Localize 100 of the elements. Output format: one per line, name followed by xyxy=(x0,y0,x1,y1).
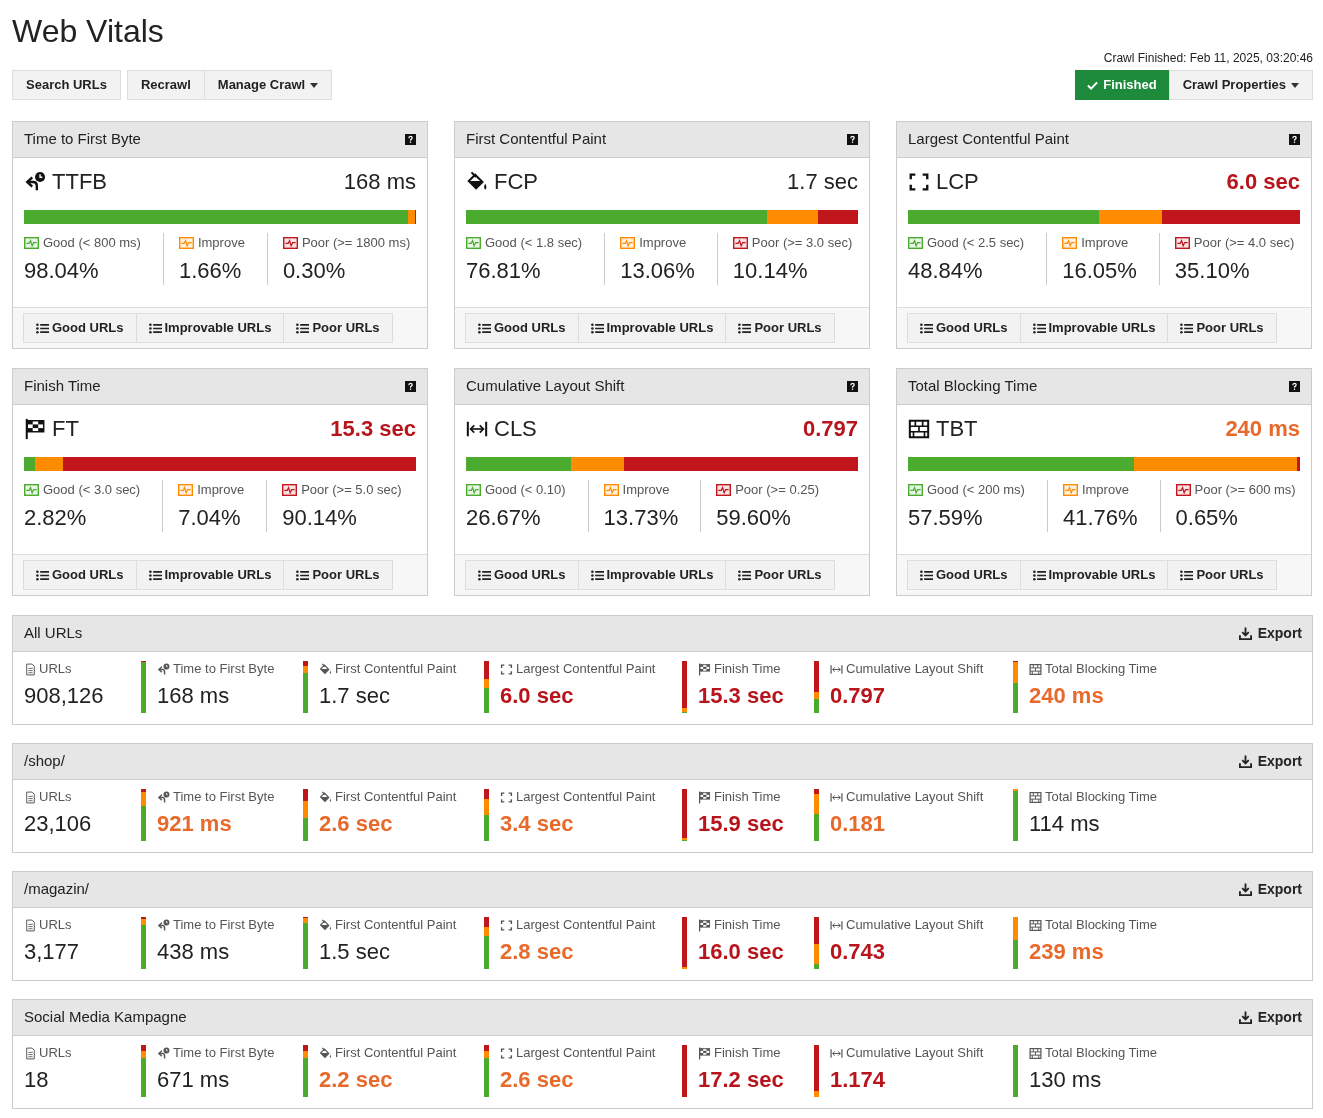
metric-value: 438 ms xyxy=(157,938,230,966)
help-icon[interactable] xyxy=(1289,381,1300,392)
line-chart-icon xyxy=(282,237,298,249)
check-icon xyxy=(1087,80,1099,90)
export-button[interactable]: Export xyxy=(1238,623,1302,644)
url-list-button[interactable]: Improvable URLs xyxy=(1020,313,1169,343)
metric-value: 23,106 xyxy=(24,810,92,838)
url-list-button[interactable]: Good URLs xyxy=(907,560,1021,590)
clock-arrow-icon xyxy=(157,1046,170,1060)
legend-label: Good (< 2.5 sec) xyxy=(927,234,1025,253)
corner-brackets-icon xyxy=(500,790,513,804)
document-icon xyxy=(24,662,37,676)
metric-label: Largest Contentful Paint xyxy=(516,916,656,935)
list-icon xyxy=(296,569,310,581)
width-arrows-icon xyxy=(830,1046,843,1060)
url-list-button[interactable]: Poor URLs xyxy=(284,313,393,343)
help-icon[interactable] xyxy=(847,134,858,145)
paint-bucket-icon xyxy=(319,662,332,676)
legend-label: Poor (>= 0.25) xyxy=(735,481,820,500)
metric-label: Time to First Byte xyxy=(173,660,275,679)
toolbar-button[interactable]: Search URLs xyxy=(12,70,121,100)
url-list-button[interactable]: Improvable URLs xyxy=(136,313,285,343)
crawl-properties-button[interactable]: Crawl Properties xyxy=(1168,70,1313,100)
metric-abbreviation: LCP xyxy=(936,168,979,196)
url-list-button[interactable]: Poor URLs xyxy=(726,560,835,590)
line-chart-icon xyxy=(1174,237,1190,249)
metric-abbreviation: FCP xyxy=(494,168,538,196)
help-icon[interactable] xyxy=(1289,134,1300,145)
corner-brackets-icon xyxy=(908,171,930,193)
list-icon xyxy=(738,569,752,581)
url-list-button[interactable]: Good URLs xyxy=(23,560,137,590)
metric-value: 2.2 sec xyxy=(319,1066,393,1094)
url-list-button[interactable]: Poor URLs xyxy=(1168,560,1277,590)
status-button[interactable]: Finished xyxy=(1075,70,1169,100)
card-title: First Contentful Paint xyxy=(466,129,607,150)
metric-label: Total Blocking Time xyxy=(1045,916,1157,935)
url-list-button[interactable]: Improvable URLs xyxy=(578,313,727,343)
download-icon xyxy=(1238,755,1252,768)
metric-abbreviation: CLS xyxy=(494,415,537,443)
url-list-button[interactable]: Poor URLs xyxy=(1168,313,1277,343)
line-chart-icon xyxy=(178,484,194,496)
url-list-button[interactable]: Good URLs xyxy=(907,313,1021,343)
checkered-flag-icon xyxy=(698,1046,711,1060)
checkered-flag-icon xyxy=(698,790,711,804)
paint-bucket-icon xyxy=(319,918,332,932)
percent-value: 59.60% xyxy=(716,504,791,532)
url-list-button[interactable]: Good URLs xyxy=(465,560,579,590)
toolbar-button[interactable]: Manage Crawl xyxy=(204,70,333,100)
metric-label: URLs xyxy=(39,916,72,935)
export-button[interactable]: Export xyxy=(1238,1007,1302,1028)
export-button[interactable]: Export xyxy=(1238,879,1302,900)
metric-label: Largest Contentful Paint xyxy=(516,788,656,807)
url-list-button[interactable]: Improvable URLs xyxy=(136,560,285,590)
line-chart-icon xyxy=(24,237,39,249)
list-icon xyxy=(920,322,933,334)
help-icon[interactable] xyxy=(405,381,416,392)
brick-wall-icon xyxy=(1029,1046,1042,1060)
url-list-button[interactable]: Good URLs xyxy=(465,313,579,343)
list-icon xyxy=(36,322,49,334)
checkered-flag-icon xyxy=(24,418,46,440)
clock-arrow-icon xyxy=(157,918,170,932)
metric-label: First Contentful Paint xyxy=(335,660,457,679)
panel-title: /shop/ xyxy=(24,751,65,772)
metric-label: Time to First Byte xyxy=(173,1044,275,1063)
help-icon[interactable] xyxy=(405,134,416,145)
list-icon xyxy=(1180,322,1194,334)
panel-title: All URLs xyxy=(24,623,83,644)
url-list-button[interactable]: Improvable URLs xyxy=(1020,560,1169,590)
url-list-button[interactable]: Poor URLs xyxy=(284,560,393,590)
brick-wall-icon xyxy=(908,418,930,440)
toolbar-button[interactable]: Recrawl xyxy=(126,70,205,100)
list-icon xyxy=(148,322,162,334)
legend-label: Improve xyxy=(639,234,687,253)
metric-label: URLs xyxy=(39,788,72,807)
metric-value: 114 ms xyxy=(1029,810,1100,838)
url-list-button[interactable]: Improvable URLs xyxy=(578,560,727,590)
card-title: Cumulative Layout Shift xyxy=(466,376,625,397)
url-list-button[interactable]: Good URLs xyxy=(23,313,137,343)
panel-title: /magazin/ xyxy=(24,879,90,900)
export-button[interactable]: Export xyxy=(1238,751,1302,772)
line-chart-icon xyxy=(603,484,619,496)
percent-value: 98.04% xyxy=(24,257,99,285)
legend-label: Improve xyxy=(197,481,245,500)
line-chart-icon xyxy=(178,237,194,249)
metric-value: 2.6 sec xyxy=(319,810,393,838)
url-list-button[interactable]: Poor URLs xyxy=(726,313,835,343)
percent-value: 57.59% xyxy=(908,504,983,532)
legend-label: Poor (>= 4.0 sec) xyxy=(1193,234,1295,253)
metric-label: First Contentful Paint xyxy=(335,788,457,807)
help-icon[interactable] xyxy=(847,381,858,392)
list-icon xyxy=(590,322,604,334)
metric-label: Finish Time xyxy=(714,660,781,679)
line-chart-icon xyxy=(908,484,923,496)
metric-label: First Contentful Paint xyxy=(335,1044,457,1063)
metric-value: 168 ms xyxy=(157,682,230,710)
percent-value: 2.82% xyxy=(24,504,87,532)
metric-value: 1.7 sec xyxy=(319,682,390,710)
line-chart-icon xyxy=(1062,484,1078,496)
legend-label: Improve xyxy=(622,481,670,500)
legend-label: Improve xyxy=(197,234,245,253)
